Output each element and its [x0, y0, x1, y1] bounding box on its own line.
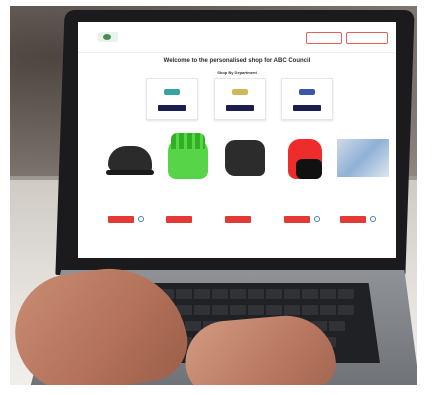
department-logo-3: [299, 89, 315, 95]
magnify-icon[interactable]: [138, 216, 144, 222]
product-add-button-1[interactable]: [108, 216, 134, 223]
department-card-3[interactable]: [281, 78, 333, 120]
department-card-2[interactable]: [214, 78, 266, 120]
white-border-top: [0, 0, 435, 6]
product-card-4[interactable]: [274, 134, 334, 254]
product-card-5[interactable]: [330, 134, 390, 254]
green-gloves-image: [168, 133, 208, 179]
department-logo-1: [164, 89, 180, 95]
product-add-button-2[interactable]: [166, 216, 192, 223]
header-button-2[interactable]: [346, 32, 388, 44]
laptop-screen: Welcome to the personalised shop for ABC…: [78, 22, 396, 258]
white-border-bottom: [0, 385, 435, 395]
department-logo-2: [232, 89, 248, 95]
department-card-1[interactable]: [146, 78, 198, 120]
product-add-button-5[interactable]: [340, 216, 366, 223]
safety-shoe-image: [106, 146, 154, 175]
department-button-1[interactable]: [158, 105, 186, 111]
white-border-right: [417, 0, 435, 395]
product-image-1: [102, 134, 156, 184]
site-header: [78, 22, 396, 53]
blue-gloves-image: [337, 139, 389, 177]
welcome-title: Welcome to the personalised shop for ABC…: [163, 58, 311, 64]
product-add-button-4[interactable]: [284, 216, 310, 223]
product-card-1[interactable]: [98, 134, 158, 254]
site-logo: [98, 32, 118, 42]
product-add-button-3[interactable]: [225, 216, 251, 223]
logo-mark-icon: [103, 34, 111, 40]
product-card-3[interactable]: [215, 134, 275, 254]
product-image-5: [334, 134, 389, 184]
magnify-icon[interactable]: [314, 216, 320, 222]
product-card-2[interactable]: [156, 133, 216, 254]
department-button-3[interactable]: [293, 105, 321, 111]
product-image-4: [278, 134, 332, 184]
magnify-icon[interactable]: [370, 216, 376, 222]
product-image-3: [219, 134, 273, 184]
department-button-2[interactable]: [226, 105, 254, 111]
product-image-2: [160, 133, 214, 184]
red-gloves-image: [288, 139, 322, 179]
header-button-1[interactable]: [306, 32, 342, 44]
white-border-left: [0, 0, 10, 395]
safety-boot-image: [225, 140, 265, 176]
shop-by-department-title: Shop By Department: [217, 70, 257, 75]
photo-scene: Welcome to the personalised shop for ABC…: [0, 0, 435, 395]
product-row: [78, 133, 396, 254]
